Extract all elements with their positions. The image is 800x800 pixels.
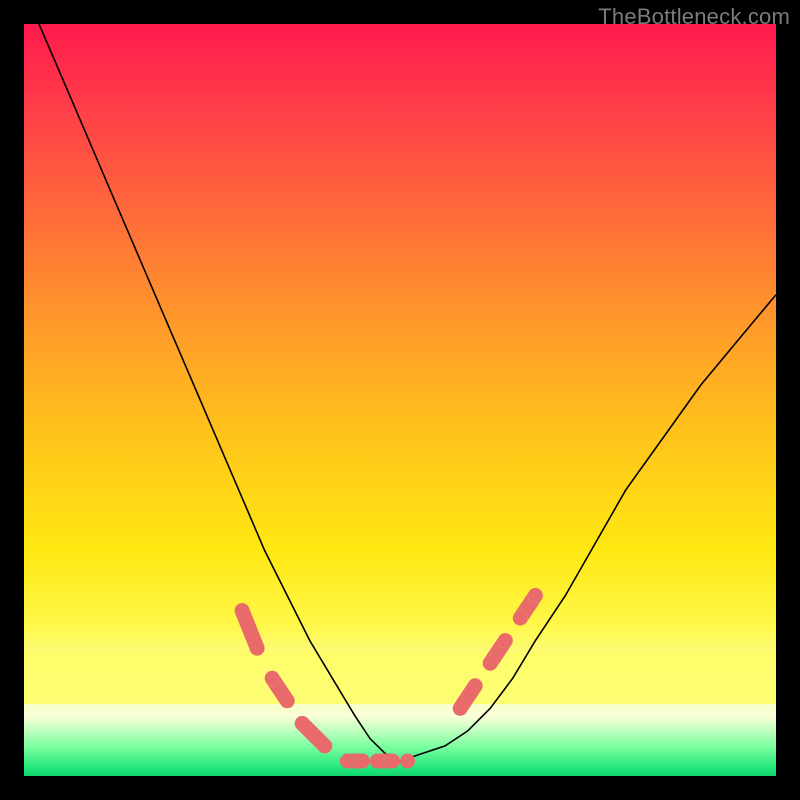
chart-marker-dot (468, 678, 483, 693)
chart-marker-dot (355, 754, 370, 769)
chart-marker-dot (340, 754, 355, 769)
chart-marker-dot (280, 693, 295, 708)
chart-marker-dot (317, 738, 332, 753)
chart-marker-dot (528, 588, 543, 603)
chart-svg (24, 24, 776, 776)
chart-marker-dot (400, 754, 415, 769)
chart-marker-dot (498, 633, 513, 648)
chart-marker-dot (250, 641, 265, 656)
chart-markers-left (235, 603, 415, 768)
chart-marker-dot (265, 671, 280, 686)
chart-marker-dot (513, 611, 528, 626)
chart-curve-left (39, 24, 400, 761)
chart-marker-dot (453, 701, 468, 716)
chart-marker-dot (295, 716, 310, 731)
chart-frame (24, 24, 776, 776)
chart-marker-dot (370, 754, 385, 769)
chart-curve-right (400, 295, 776, 761)
chart-marker-dot (385, 754, 400, 769)
chart-marker-dot (235, 603, 250, 618)
chart-marker-dot (483, 656, 498, 671)
